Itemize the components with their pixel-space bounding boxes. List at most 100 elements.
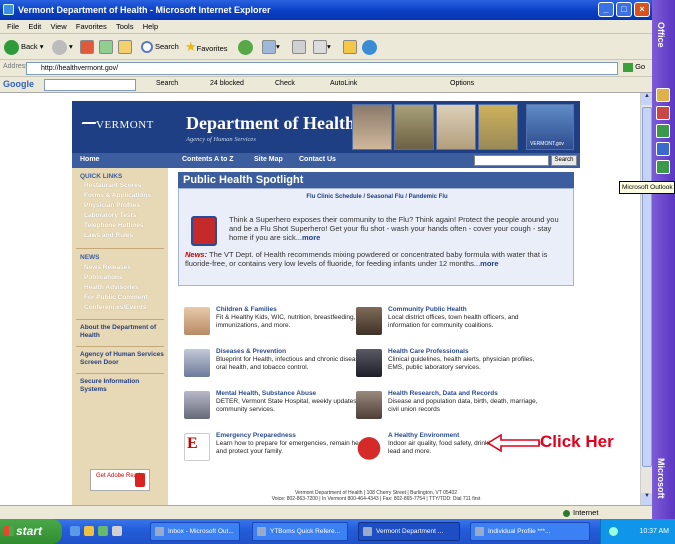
quick-link[interactable]: Forms & Applications	[84, 192, 151, 199]
tray-icon[interactable]	[609, 527, 618, 536]
home-button[interactable]	[118, 38, 132, 56]
google-search-input[interactable]	[44, 79, 136, 91]
menu-favorites[interactable]: Favorites	[76, 22, 107, 31]
dept-title: Department of Health	[186, 113, 355, 133]
edit-button[interactable]: ▾	[313, 38, 331, 56]
secure-systems-link[interactable]: Secure Information Systems	[80, 378, 164, 394]
internet-globe-icon	[563, 509, 570, 517]
go-arrow-icon	[623, 62, 633, 72]
taskbar-app-individual-profile[interactable]: Individual Profile ***...	[470, 522, 590, 541]
office-shortcut-icon[interactable]	[656, 142, 670, 156]
address-bar: Address http://healthvermont.gov/ Go	[0, 60, 652, 77]
quick-link[interactable]: Laws and Rules	[84, 232, 133, 239]
vertical-scrollbar[interactable]: ▲ ▼	[640, 93, 653, 505]
flu-superhero-image[interactable]	[191, 216, 217, 246]
community-photo	[356, 307, 382, 335]
ahs-screen-door-link[interactable]: Agency of Human Services Screen Door	[80, 351, 164, 367]
mail-icon	[262, 40, 276, 55]
category-health-research[interactable]: Health Research, Data and Records Diseas…	[356, 390, 551, 430]
stop-button[interactable]	[80, 38, 94, 56]
address-input[interactable]: http://healthvermont.gov/	[26, 62, 618, 75]
favorites-button[interactable]: ★Favorites	[185, 38, 228, 56]
folder-button[interactable]	[343, 38, 357, 56]
menu-file[interactable]: File	[7, 22, 19, 31]
adobe-reader-badge[interactable]: Get Adobe Reader	[90, 469, 150, 491]
mail-button[interactable]: ▾	[262, 38, 280, 56]
menu-edit[interactable]: Edit	[28, 22, 41, 31]
close-button[interactable]: ×	[634, 2, 650, 17]
spell-check-button[interactable]: Check	[275, 80, 295, 87]
menu-view[interactable]: View	[51, 22, 67, 31]
flu-links[interactable]: Flu Clinic Schedule / Seasonal Flu / Pan…	[179, 194, 575, 200]
autolink-button[interactable]: AutoLink	[330, 80, 357, 87]
back-button[interactable]: Back ▾	[4, 38, 44, 56]
quick-link[interactable]: Laboratory Tests	[84, 212, 136, 219]
site-banner: VERMONT Department of Health Agency of H…	[72, 101, 580, 153]
quick-link[interactable]: Telephone Hotlines	[84, 222, 143, 229]
category-health-care-professionals[interactable]: Health Care Professionals Clinical guide…	[356, 348, 551, 388]
popup-blocked-counter[interactable]: 24 blocked	[210, 80, 244, 87]
divider	[76, 346, 164, 347]
vermont-gov-image[interactable]: VERMONT.gov	[526, 104, 574, 150]
quicklaunch-icon[interactable]	[84, 526, 94, 536]
taskbar-app-outlook[interactable]: Inbox - Microsoft Out...	[150, 522, 240, 541]
print-icon	[292, 40, 306, 55]
news-link[interactable]: News Releases	[84, 264, 131, 271]
google-options-button[interactable]: Options	[450, 80, 474, 87]
quick-link[interactable]: Restaurant Scores	[84, 182, 141, 189]
start-button[interactable]: start	[0, 519, 62, 544]
news-more-link[interactable]: more	[480, 259, 498, 268]
category-mental-health[interactable]: Mental Health, Substance Abuse DETER, Ve…	[184, 390, 379, 430]
office-shortcut-icon[interactable]	[656, 160, 670, 174]
quicklaunch-icon[interactable]	[112, 526, 122, 536]
divider	[76, 248, 164, 249]
quick-link[interactable]: Physician Profiles	[84, 202, 140, 209]
menu-help[interactable]: Help	[143, 22, 158, 31]
forward-button[interactable]: ▾	[52, 38, 73, 56]
google-logo: Google	[3, 79, 34, 89]
office-shortcut-icon[interactable]	[656, 106, 670, 120]
nav-contents[interactable]: Contents A to Z	[182, 156, 234, 163]
print-button[interactable]	[292, 38, 306, 56]
messenger-button[interactable]	[362, 38, 379, 56]
google-search-button[interactable]: Search	[156, 80, 178, 87]
baby-photo	[184, 307, 210, 335]
category-emergency-preparedness[interactable]: E Emergency Preparedness Learn how to pr…	[184, 432, 379, 472]
search-button[interactable]: Search	[141, 38, 179, 56]
professionals-photo	[356, 349, 382, 377]
category-children-families[interactable]: Children & Families Fit & Healthy Kids, …	[184, 306, 379, 346]
taskbar-app-vermont-health[interactable]: Vermont Department ...	[358, 522, 460, 541]
banner-photo	[394, 104, 434, 150]
office-shortcut-icon[interactable]	[656, 124, 670, 138]
nav-contact[interactable]: Contact Us	[299, 156, 336, 163]
category-community-health[interactable]: Community Public Health Local district o…	[356, 306, 551, 346]
spotlight-more-link[interactable]: more	[302, 233, 320, 242]
category-diseases-prevention[interactable]: Diseases & Prevention Blueprint for Heal…	[184, 348, 379, 388]
nav-site-map[interactable]: Site Map	[254, 156, 283, 163]
quicklaunch-icon[interactable]	[98, 526, 108, 536]
site-search-input[interactable]	[474, 155, 549, 166]
scroll-thumb[interactable]	[642, 107, 652, 467]
history-button[interactable]	[238, 38, 255, 56]
news-label: News:	[185, 250, 208, 259]
click-here-annotation: Click Her	[487, 432, 640, 454]
nav-home[interactable]: Home	[80, 156, 99, 163]
office-shortcut-icon[interactable]	[656, 88, 670, 102]
minimize-button[interactable]: _	[598, 2, 614, 17]
news-link[interactable]: Conferences/Events	[84, 304, 147, 311]
maximize-button[interactable]: □	[616, 2, 632, 17]
page-viewport: VERMONT Department of Health Agency of H…	[0, 93, 640, 505]
title-bar: Vermont Department of Health - Microsoft…	[0, 0, 652, 20]
vermont-logo[interactable]: VERMONT	[82, 119, 154, 131]
news-link[interactable]: For Public Comment	[84, 294, 148, 301]
news-link[interactable]: Publications	[84, 274, 123, 281]
news-link[interactable]: Health Advisories	[84, 284, 139, 291]
go-button[interactable]: Go	[623, 62, 645, 72]
taskbar-app-quick-reference[interactable]: YTBoms Quick Refere...	[252, 522, 348, 541]
site-search-button[interactable]: Search	[551, 155, 577, 166]
star-icon: ★	[185, 39, 197, 54]
refresh-button[interactable]	[99, 38, 113, 56]
quicklaunch-icon[interactable]	[70, 526, 80, 536]
menu-tools[interactable]: Tools	[116, 22, 134, 31]
about-dept-link[interactable]: About the Department of Health	[80, 324, 164, 340]
